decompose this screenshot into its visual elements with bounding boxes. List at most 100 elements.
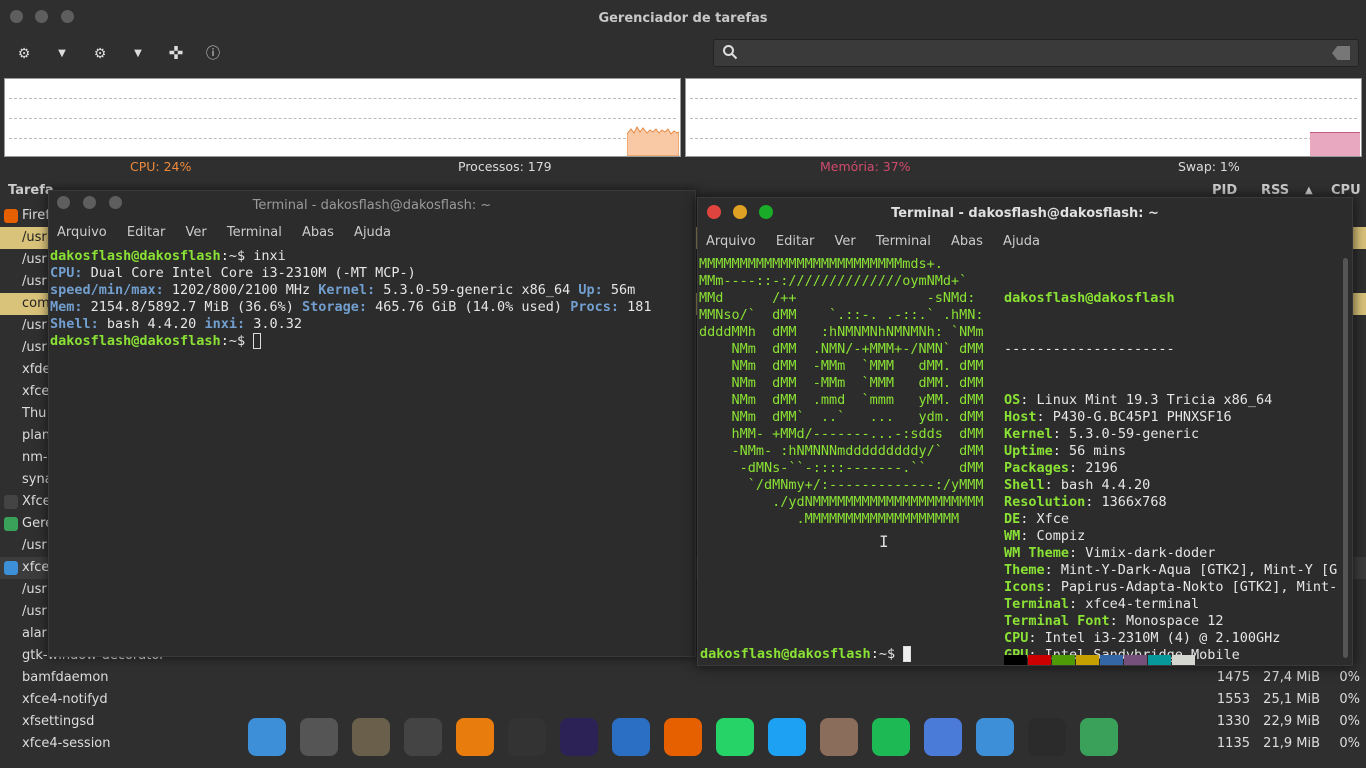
row-name: xfce4-notifyd bbox=[22, 692, 108, 707]
settings-gear-icon[interactable]: ⚙ bbox=[14, 44, 34, 64]
info-value: Xfce bbox=[1036, 511, 1070, 527]
palette-icon[interactable] bbox=[508, 718, 546, 756]
row-pid: 1330 bbox=[1216, 714, 1250, 729]
memory-graph bbox=[685, 78, 1362, 157]
row-name: /usr bbox=[22, 582, 47, 597]
window-title: Terminal - dakosflash@dakosflash: ~ bbox=[252, 198, 492, 213]
process-tree-icon[interactable]: ⚙ bbox=[90, 44, 110, 64]
info-key: WM bbox=[1004, 528, 1021, 544]
gimp-icon[interactable] bbox=[352, 718, 390, 756]
prompt-line: dakosflash@dakosflash:~$ bbox=[700, 646, 912, 663]
menu-abas[interactable]: Abas bbox=[951, 234, 983, 249]
table-row[interactable]: xfce4-notifyd 1553 25,1 MiB 0% bbox=[0, 689, 1366, 711]
row-name: /usr bbox=[22, 274, 47, 289]
inkscape-icon[interactable] bbox=[404, 718, 442, 756]
clear-icon[interactable] bbox=[1332, 46, 1350, 60]
info-row: Shell: bash 4.4.20 bbox=[1004, 477, 1151, 493]
menu-terminal[interactable]: Terminal bbox=[876, 234, 931, 249]
prompt-user: dakosflash@dakosflash bbox=[50, 333, 221, 349]
eclipse-icon[interactable] bbox=[560, 718, 598, 756]
trash-icon[interactable] bbox=[1080, 718, 1118, 756]
firefox-icon[interactable] bbox=[664, 718, 702, 756]
info-value: 56 mins bbox=[1069, 443, 1126, 459]
row-name: xfde bbox=[22, 362, 51, 377]
info-key: Resolution bbox=[1004, 494, 1086, 510]
row-name: xfce4-session bbox=[22, 736, 111, 751]
spotify-icon[interactable] bbox=[872, 718, 910, 756]
chevron-down-icon[interactable]: ▼ bbox=[52, 44, 72, 64]
processes-label: Processos: 179 bbox=[458, 159, 552, 174]
menu-ver[interactable]: Ver bbox=[186, 225, 207, 240]
info-row: Kernel: 5.3.0-59-generic bbox=[1004, 426, 1200, 442]
logo-line: NMm dMM .NMN/-+MMM+-/NMN` dMM bbox=[699, 341, 984, 357]
table-row[interactable]: bamfdaemon 1475 27,4 MiB 0% bbox=[0, 667, 1366, 689]
menu-ver[interactable]: Ver bbox=[835, 234, 856, 249]
row-name: Xfce bbox=[22, 494, 51, 509]
info-row: Uptime: 56 mins bbox=[1004, 443, 1126, 459]
menu-arquivo[interactable]: Arquivo bbox=[57, 225, 107, 240]
info-value: Compiz bbox=[1036, 528, 1086, 544]
scrollbar[interactable] bbox=[1343, 258, 1348, 658]
terminal-window-neofetch[interactable]: Terminal - dakosflash@dakosflash: ~ Arqu… bbox=[697, 197, 1353, 666]
twitter-icon[interactable] bbox=[768, 718, 806, 756]
info-key: OS bbox=[1004, 392, 1021, 408]
menu-ajuda[interactable]: Ajuda bbox=[354, 225, 391, 240]
terminal-output[interactable]: MMMMMMMMMMMMMMMMMMMMMMMMMmds+. MMm----::-… bbox=[698, 256, 1352, 665]
menu-editar[interactable]: Editar bbox=[776, 234, 815, 249]
row-name: bamfdaemon bbox=[22, 670, 109, 685]
menu-abas[interactable]: Abas bbox=[302, 225, 334, 240]
row-pid: 1475 bbox=[1216, 670, 1250, 685]
row-rss: 21,9 MiB bbox=[1263, 736, 1320, 751]
search-icon bbox=[723, 45, 738, 60]
terminal-window-inxi[interactable]: Terminal - dakosflash@dakosflash: ~ Arqu… bbox=[48, 190, 696, 657]
menubar: Arquivo Editar Ver Terminal Abas Ajuda bbox=[49, 221, 695, 245]
palette-swatch bbox=[1172, 655, 1195, 665]
text-cursor bbox=[253, 333, 262, 349]
cpu-usage-plot bbox=[627, 125, 679, 156]
blender-icon[interactable] bbox=[456, 718, 494, 756]
whatsapp-icon[interactable] bbox=[716, 718, 754, 756]
menu-terminal[interactable]: Terminal bbox=[227, 225, 282, 240]
simplenote-icon[interactable] bbox=[976, 718, 1014, 756]
info-key: CPU bbox=[1004, 630, 1029, 646]
menu-editar[interactable]: Editar bbox=[127, 225, 166, 240]
terminal-icon[interactable] bbox=[1028, 718, 1066, 756]
camera-icon[interactable] bbox=[820, 718, 858, 756]
menu-ajuda[interactable]: Ajuda bbox=[1003, 234, 1040, 249]
info-row: CPU: Intel i3-2310M (4) @ 2.100GHz bbox=[1004, 630, 1281, 646]
row-cpu: 0% bbox=[1339, 736, 1360, 751]
search-input[interactable] bbox=[713, 39, 1359, 67]
logo-line: NMm dMM -MMm `MMM dMM. dMM bbox=[699, 375, 984, 391]
files-icon[interactable] bbox=[248, 718, 286, 756]
row-name: /usr bbox=[22, 318, 47, 333]
column-task[interactable]: Tarefa bbox=[8, 180, 54, 202]
crosshair-icon[interactable]: ✜ bbox=[166, 44, 186, 64]
row-name: plan bbox=[22, 428, 51, 443]
info-row: Icons: Papirus-Adapta-Nokto [GTK2], Mint… bbox=[1004, 579, 1338, 595]
palette-swatch bbox=[1076, 655, 1099, 665]
info-value: Papirus-Adapta-Nokto [GTK2], Mint- bbox=[1060, 579, 1338, 595]
info-value: bash 4.4.20 bbox=[1060, 477, 1151, 493]
dock bbox=[240, 714, 1124, 764]
menu-arquivo[interactable]: Arquivo bbox=[706, 234, 756, 249]
info-value: P430-G.BC45P1 PHNXSF16 bbox=[1052, 409, 1232, 425]
row-rss: 25,1 MiB bbox=[1263, 692, 1320, 707]
thunderbird-icon[interactable] bbox=[612, 718, 650, 756]
info-key: WM Theme bbox=[1004, 545, 1070, 561]
terminal-output[interactable]: dakosflash@dakosflash:~$ inxi CPU: Dual … bbox=[49, 247, 695, 656]
info-icon[interactable]: ⓘ bbox=[203, 44, 223, 64]
logo-line: NMm dMM -MMm `MMM dMM. dMM bbox=[699, 358, 984, 374]
info-value: Intel i3-2310M (4) @ 2.100GHz bbox=[1044, 630, 1281, 646]
logo-line: -NMm- :hNMNNNmdddddddddy/` dMM bbox=[699, 443, 984, 459]
laptop-icon[interactable] bbox=[300, 718, 338, 756]
swap-label: Swap: 1% bbox=[1178, 159, 1240, 174]
row-name: com bbox=[22, 296, 50, 311]
cpu-graph bbox=[4, 78, 681, 157]
document-icon[interactable] bbox=[924, 718, 962, 756]
logo-line: .MMMMMMMMMMMMMMMMMMM bbox=[699, 511, 960, 527]
chevron-down-icon[interactable]: ▼ bbox=[128, 44, 148, 64]
info-row: WM Theme: Vimix-dark-doder bbox=[1004, 545, 1216, 561]
info-key: Terminal Font bbox=[1004, 613, 1110, 629]
info-key: Packages bbox=[1004, 460, 1070, 476]
memory-usage-fill bbox=[1310, 132, 1360, 156]
